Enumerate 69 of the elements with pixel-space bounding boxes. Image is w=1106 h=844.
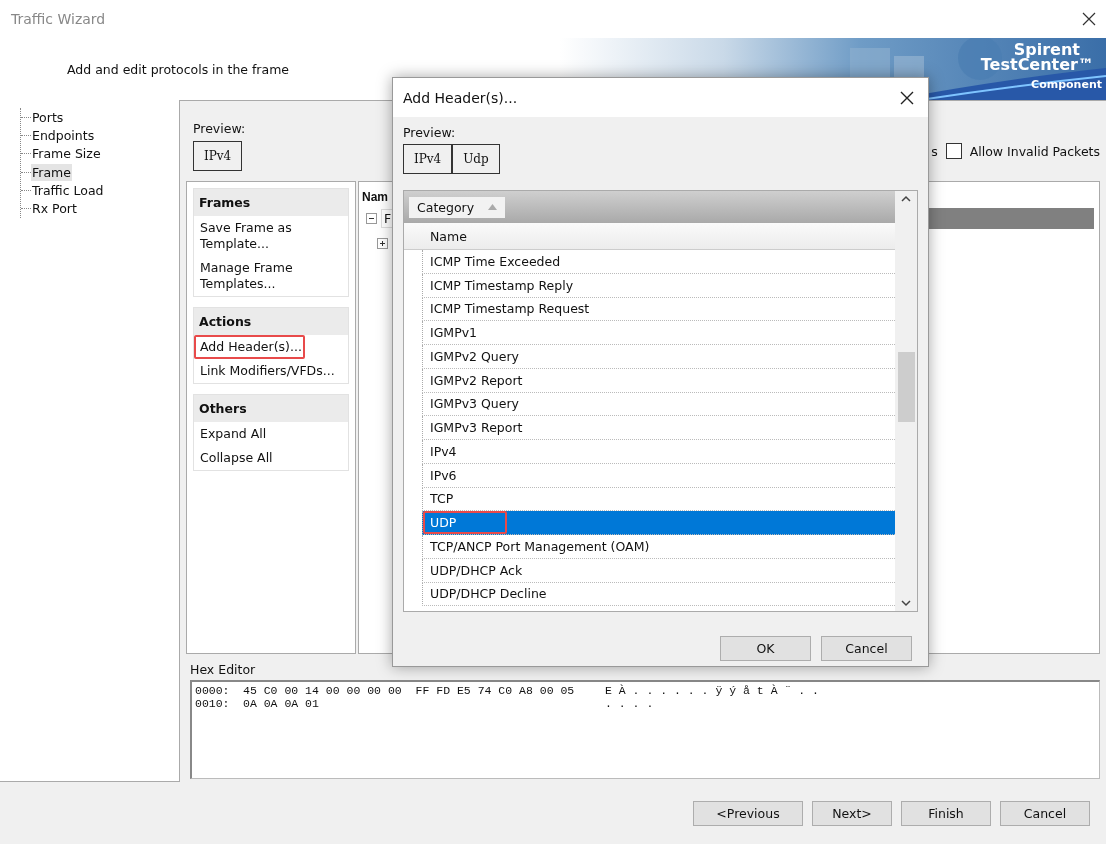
scrollbar-thumb[interactable] — [897, 352, 915, 422]
hex-bytes: 45 C0 00 14 00 00 00 00 FF FD E5 74 C0 A8 00 05 — [243, 684, 576, 697]
hex-bytes: 0A 0A 0A 01 — [243, 697, 320, 710]
action-link[interactable]: Save Frame as Template... — [194, 216, 348, 256]
list-row[interactable]: ICMP Time Exceeded — [422, 250, 895, 274]
dialog-button[interactable]: OK — [720, 636, 811, 661]
action-link[interactable]: Manage Frame Templates... — [194, 256, 348, 296]
logo-text: TestCenter™ — [980, 57, 1094, 72]
section-title: Others — [194, 395, 348, 422]
nav-item[interactable]: Endpoints — [31, 127, 96, 144]
expand-icon[interactable] — [377, 237, 388, 249]
list-row[interactable]: UDP — [422, 511, 895, 535]
section-title: Frames — [194, 189, 348, 216]
hex-offset: 0010: — [195, 697, 231, 710]
list-row[interactable]: IPv4 — [422, 440, 895, 464]
wizard-button[interactable]: Next> — [812, 800, 892, 826]
list-row[interactable]: IGMPv3 Query — [422, 392, 895, 417]
preview-label: Preview: — [193, 121, 246, 136]
wizard-button[interactable]: <Previous — [693, 800, 803, 826]
nav-item[interactable]: Traffic Load — [31, 181, 105, 199]
header-chip: Udp — [452, 144, 500, 174]
action-link[interactable]: Collapse All — [194, 446, 348, 470]
close-icon[interactable] — [1082, 12, 1096, 26]
action-link[interactable]: Expand All — [194, 422, 348, 446]
header-chip: IPv4 — [403, 144, 453, 174]
wizard-button[interactable]: Finish — [901, 800, 991, 826]
section-title: Actions — [194, 308, 348, 335]
close-icon[interactable] — [900, 90, 914, 105]
scroll-up-icon[interactable] — [901, 195, 911, 202]
page-subtitle: Add and edit protocols in the frame — [67, 61, 290, 77]
logo-tagline: Component — [1031, 78, 1102, 91]
list-row[interactable]: ICMP Timestamp Reply — [422, 273, 895, 298]
hex-offset: 0000: — [195, 684, 231, 697]
group-label: Hex Editor — [190, 662, 257, 677]
group-by-chip[interactable]: Category — [409, 196, 506, 218]
nav-item[interactable]: Ports — [31, 108, 65, 126]
sort-icon — [488, 204, 498, 210]
hex-ascii: . . . . — [605, 697, 655, 710]
scroll-down-icon[interactable] — [901, 600, 911, 607]
nav-item[interactable]: Frame Size — [31, 145, 102, 163]
list-row[interactable]: IGMPv2 Query — [422, 345, 895, 369]
list-row[interactable]: IGMPv2 Report — [422, 368, 895, 393]
preview-label: Preview: — [403, 125, 457, 140]
column-header[interactable]: Name — [404, 223, 895, 250]
list-row[interactable]: ICMP Timestamp Request — [422, 297, 895, 322]
list-row[interactable]: IGMPv3 Report — [422, 416, 895, 440]
list-row[interactable]: TCP/ANCP Port Management (OAM) — [422, 535, 895, 559]
list-row[interactable]: UDP/DHCP Decline — [422, 582, 895, 607]
logo-text: Spirent — [1013, 42, 1080, 57]
checkbox[interactable] — [945, 143, 962, 159]
nav-item[interactable]: Frame — [31, 163, 72, 181]
list-row[interactable]: UDP/DHCP Ack — [422, 558, 895, 583]
hex-editor[interactable]: 0000: 45 C0 00 14 00 00 00 00 FF FD E5 74 C0 A8 00 05 E À . . . . . . ÿ ý å t À ¨ . . 0010: 0A 0A 0A 01 . . . . — [190, 680, 1100, 779]
hex-ascii: E À . . . . . . ÿ ý å t À ¨ . . — [605, 684, 820, 697]
header-chip: IPv4 — [193, 141, 243, 171]
dialog-button[interactable]: Cancel — [821, 636, 912, 661]
wizard-button[interactable]: Cancel — [1000, 800, 1090, 826]
list-row[interactable]: IGMPv1 — [422, 321, 895, 345]
action-link[interactable]: Add Header(s)... — [194, 335, 348, 359]
collapse-icon[interactable] — [366, 212, 377, 224]
option-label: s — [931, 143, 938, 159]
checkbox-label: Allow Invalid Packets — [969, 143, 1100, 159]
list-row[interactable]: IPv6 — [422, 463, 895, 488]
nav-item[interactable]: Rx Port — [31, 200, 78, 218]
dialog-title: Add Header(s)... — [403, 89, 518, 106]
action-link[interactable]: Link Modifiers/VFDs... — [194, 359, 348, 383]
column-header: Nam — [362, 190, 388, 204]
list-row[interactable]: TCP — [422, 487, 895, 512]
window-title: Traffic Wizard — [11, 11, 106, 27]
